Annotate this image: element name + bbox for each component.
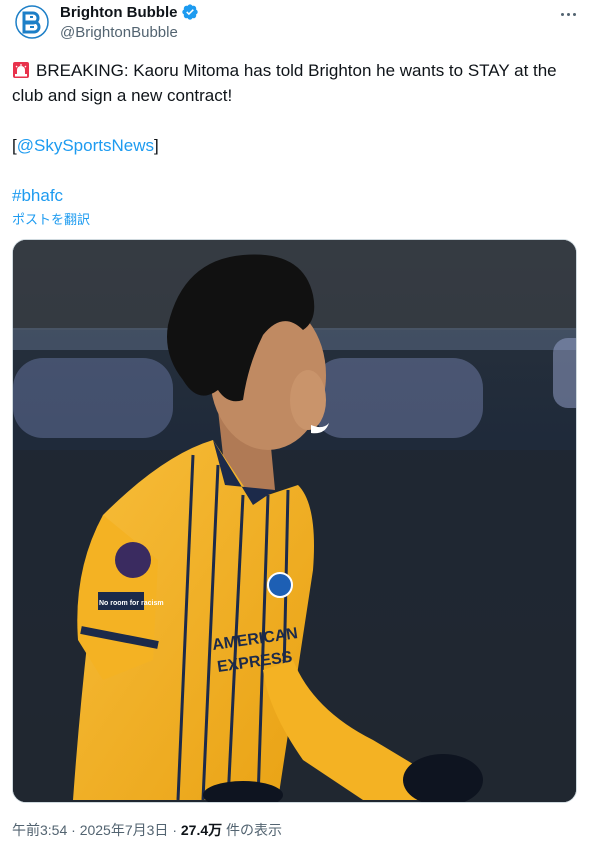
more-dot-icon [560,12,564,16]
tweet-time[interactable]: 午前3:54 [12,822,67,838]
tweet-date[interactable]: 2025年7月3日 [80,822,169,838]
brighton-logo-icon [15,5,49,39]
verified-badge-icon[interactable] [181,3,199,21]
hashtag-link[interactable]: #bhafc [12,186,63,205]
tweet-footer: 午前3:54 · 2025年7月3日 · 27.4万 件の表示 [12,820,282,840]
sleeve-badge-text: No room for racism [99,600,164,607]
avatar[interactable] [12,2,52,42]
separator: · [71,822,76,838]
translate-post-link[interactable]: ポストを翻訳 [12,209,90,228]
tweet-header: Brighton Bubble @BrightonBubble [12,0,582,48]
separator: · [172,822,177,838]
display-name[interactable]: Brighton Bubble [60,4,177,21]
more-options-button[interactable] [556,2,580,26]
tweet-text: BREAKING: Kaoru Mitoma has told Brighton… [12,58,577,208]
source-line: [@SkySportsNews] [12,133,577,158]
bracket-close: ] [153,136,159,155]
tweet-photo[interactable]: AMERICAN EXPRESS No room for racism [12,239,577,803]
account-handle[interactable]: @BrightonBubble [60,24,178,41]
tweet-line-breaking: BREAKING: Kaoru Mitoma has told Brighton… [12,58,577,108]
views-label: 件の表示 [226,822,283,838]
mention-link[interactable]: @SkySportsNews [17,136,154,155]
siren-emoji-icon [13,62,29,78]
player-photo: AMERICAN EXPRESS No room for racism [13,240,576,802]
breaking-text: BREAKING: Kaoru Mitoma has told Brighton… [12,61,557,105]
views-count[interactable]: 27.4万 [181,822,222,838]
more-dot-icon [566,12,570,16]
more-dot-icon [572,12,576,16]
